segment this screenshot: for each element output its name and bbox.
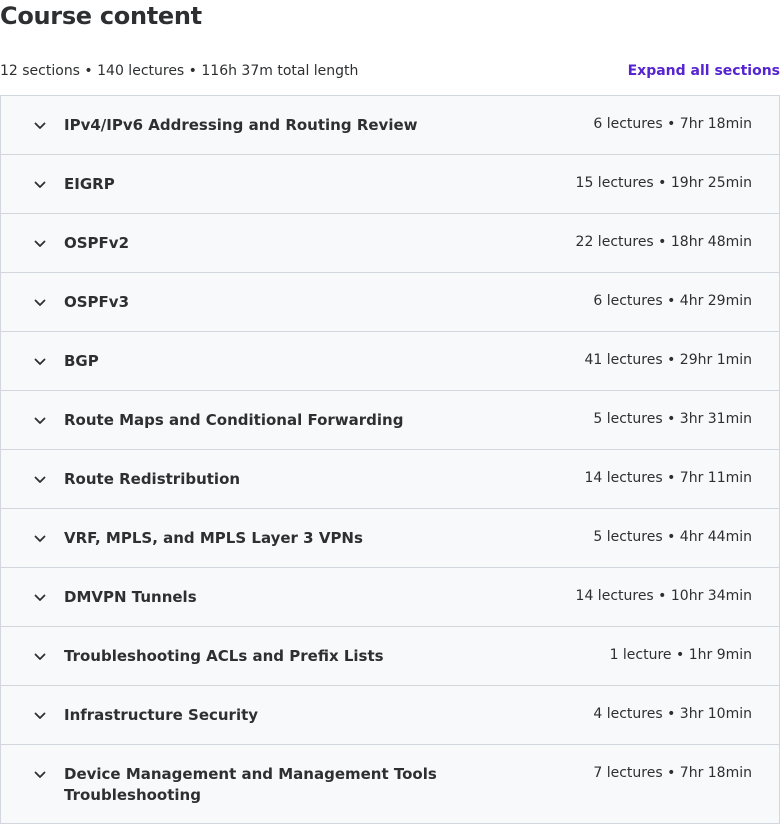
chevron-down-icon xyxy=(32,472,48,488)
section-meta: 14 lectures • 10hr 34min xyxy=(575,588,752,604)
section-meta: 22 lectures • 18hr 48min xyxy=(575,234,752,250)
section-meta: 1 lecture • 1hr 9min xyxy=(609,647,752,663)
section-header[interactable]: Route Maps and Conditional Forwarding 5 … xyxy=(1,391,779,450)
section-title: Device Management and Management Tools T… xyxy=(64,765,437,804)
section-header[interactable]: IPv4/IPv6 Addressing and Routing Review … xyxy=(1,96,779,155)
chevron-down-icon xyxy=(32,236,48,252)
page-title: Course content xyxy=(0,2,202,30)
chevron-down-icon xyxy=(32,531,48,547)
section-header[interactable]: VRF, MPLS, and MPLS Layer 3 VPNs 5 lectu… xyxy=(1,509,779,568)
section-header[interactable]: OSPFv2 22 lectures • 18hr 48min xyxy=(1,214,779,273)
section-title: Route Maps and Conditional Forwarding xyxy=(64,411,404,429)
section-header[interactable]: Infrastructure Security 4 lectures • 3hr… xyxy=(1,686,779,745)
section-title: Infrastructure Security xyxy=(64,706,259,724)
section-meta: 14 lectures • 7hr 11min xyxy=(584,470,752,486)
chevron-down-icon xyxy=(32,767,48,783)
section-list: IPv4/IPv6 Addressing and Routing Review … xyxy=(0,95,780,824)
section-meta: 7 lectures • 7hr 18min xyxy=(593,765,752,781)
chevron-down-icon xyxy=(32,708,48,724)
expand-all-sections-button[interactable]: Expand all sections xyxy=(628,63,780,79)
section-meta: 15 lectures • 19hr 25min xyxy=(575,175,752,191)
section-meta: 5 lectures • 3hr 31min xyxy=(593,411,752,427)
course-content-panel: Course content 12 sections • 140 lecture… xyxy=(0,0,780,825)
section-meta: 4 lectures • 3hr 10min xyxy=(593,706,752,722)
section-title: DMVPN Tunnels xyxy=(64,588,197,606)
section-title: IPv4/IPv6 Addressing and Routing Review xyxy=(64,116,418,134)
section-header[interactable]: Troubleshooting ACLs and Prefix Lists 1 … xyxy=(1,627,779,686)
section-meta: 6 lectures • 4hr 29min xyxy=(593,293,752,309)
chevron-down-icon xyxy=(32,177,48,193)
chevron-down-icon xyxy=(32,354,48,370)
chevron-down-icon xyxy=(32,649,48,665)
section-title: EIGRP xyxy=(64,175,115,193)
section-meta: 41 lectures • 29hr 1min xyxy=(584,352,752,368)
chevron-down-icon xyxy=(32,413,48,429)
section-title: BGP xyxy=(64,352,99,370)
section-title: Troubleshooting ACLs and Prefix Lists xyxy=(64,647,384,665)
chevron-down-icon xyxy=(32,295,48,311)
section-title: VRF, MPLS, and MPLS Layer 3 VPNs xyxy=(64,529,363,547)
section-title: OSPFv3 xyxy=(64,293,130,311)
section-header[interactable]: Route Redistribution 14 lectures • 7hr 1… xyxy=(1,450,779,509)
course-summary: 12 sections • 140 lectures • 116h 37m to… xyxy=(0,63,359,79)
section-header[interactable]: Device Management and Management Tools T… xyxy=(1,745,779,824)
section-title: Route Redistribution xyxy=(64,470,241,488)
section-meta: 5 lectures • 4hr 44min xyxy=(593,529,752,545)
section-header[interactable]: OSPFv3 6 lectures • 4hr 29min xyxy=(1,273,779,332)
section-meta: 6 lectures • 7hr 18min xyxy=(593,116,752,132)
chevron-down-icon xyxy=(32,590,48,606)
section-title: OSPFv2 xyxy=(64,234,130,252)
section-header[interactable]: BGP 41 lectures • 29hr 1min xyxy=(1,332,779,391)
section-header[interactable]: DMVPN Tunnels 14 lectures • 10hr 34min xyxy=(1,568,779,627)
section-header[interactable]: EIGRP 15 lectures • 19hr 25min xyxy=(1,155,779,214)
chevron-down-icon xyxy=(32,118,48,134)
